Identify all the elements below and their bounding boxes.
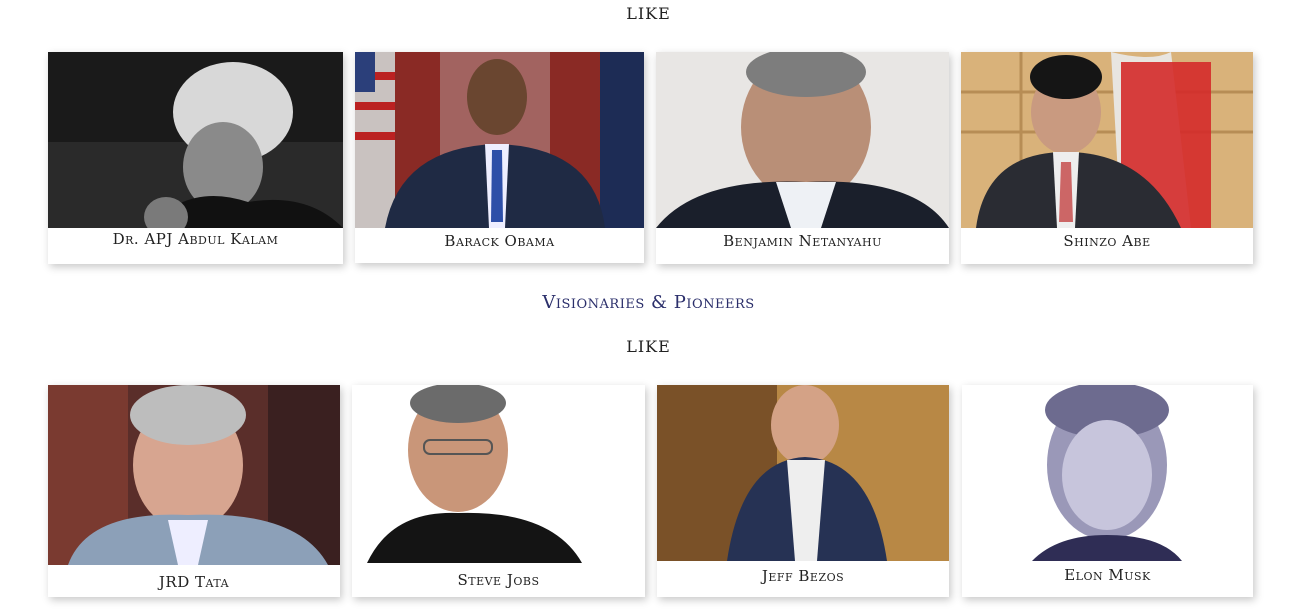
- person-name: Jeff Bezos: [761, 567, 845, 585]
- like-label-2: LIKE: [626, 337, 671, 356]
- person-name: Elon Musk: [1064, 566, 1151, 584]
- person-card[interactable]: Barack Obama: [355, 52, 644, 263]
- person-name: Barack Obama: [444, 232, 555, 250]
- netanyahu-photo: [656, 52, 949, 228]
- jobs-photo: [352, 385, 645, 563]
- person-name: Benjamin Netanyahu: [723, 232, 882, 250]
- person-name: Steve Jobs: [457, 571, 540, 589]
- person-card[interactable]: Jeff Bezos: [657, 385, 949, 597]
- musk-photo: [962, 385, 1253, 561]
- like-label-1: LIKE: [626, 4, 671, 23]
- person-card[interactable]: JRD Tata: [48, 385, 340, 597]
- person-card[interactable]: Elon Musk: [962, 385, 1253, 597]
- kalam-photo: [48, 52, 343, 228]
- abe-photo: [961, 52, 1253, 228]
- section-title: Visionaries & Pioneers: [542, 292, 755, 313]
- tata-photo: [48, 385, 340, 565]
- person-card[interactable]: Steve Jobs: [352, 385, 645, 597]
- obama-photo: [355, 52, 644, 228]
- person-name: Dr. APJ Abdul Kalam: [112, 230, 279, 248]
- bezos-photo: [657, 385, 949, 561]
- person-name: JRD Tata: [158, 573, 230, 591]
- person-card[interactable]: Shinzo Abe: [961, 52, 1253, 264]
- person-name: Shinzo Abe: [1063, 232, 1151, 250]
- person-card[interactable]: Dr. APJ Abdul Kalam: [48, 52, 343, 264]
- person-card[interactable]: Benjamin Netanyahu: [656, 52, 949, 264]
